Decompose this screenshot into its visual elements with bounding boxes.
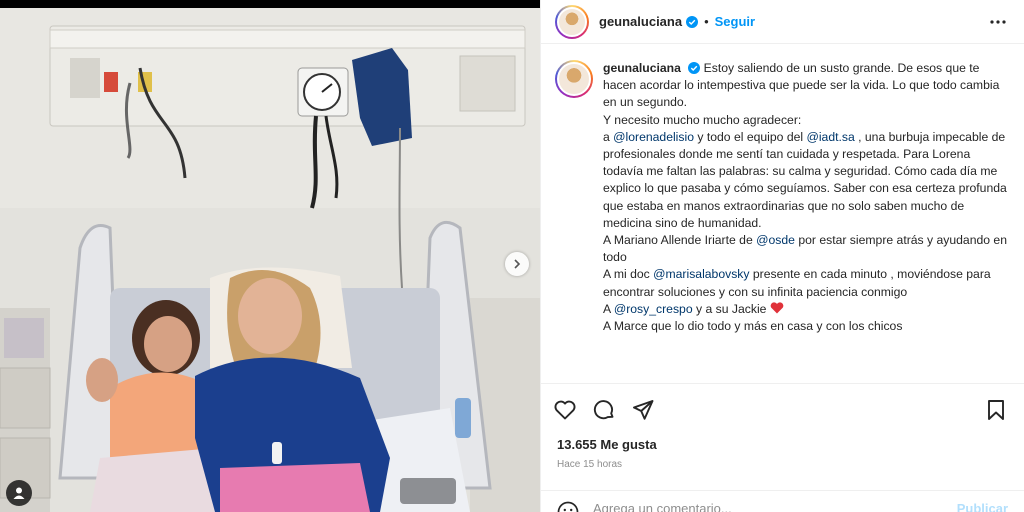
caption-text-span: a <box>603 129 614 144</box>
user-tag-icon <box>13 487 25 499</box>
author-username[interactable]: geunaluciana <box>599 14 682 29</box>
mention-link[interactable]: @osde <box>756 233 795 247</box>
mention-link[interactable]: @marisalabovsky <box>653 267 749 281</box>
more-options-button[interactable] <box>986 10 1010 34</box>
chevron-right-icon <box>514 259 521 269</box>
next-photo-button[interactable] <box>505 252 529 276</box>
red-heart-emoji-icon <box>770 302 784 314</box>
caption-paragraph-7: A Marce que lo dio todo y más en casa y … <box>603 319 903 334</box>
post-photo[interactable] <box>0 0 540 512</box>
comment-button[interactable] <box>592 398 616 422</box>
caption-text-span: A Mariano Allende Iriarte de <box>603 233 757 248</box>
save-button[interactable] <box>984 398 1008 422</box>
caption-text-span: , una burbuja impecable de profesionales… <box>603 129 1007 230</box>
verified-badge-icon <box>686 15 699 28</box>
hospital-photo-illustration <box>0 8 540 512</box>
separator-dot: • <box>704 14 709 29</box>
post-header: geunaluciana • Seguir <box>541 0 1024 44</box>
instagram-post-view: geunaluciana • Seguir geunaluciana Estoy… <box>0 0 1024 512</box>
caption-paragraph-5: A mi doc @marisalabovsky presente en cad… <box>603 266 1010 300</box>
caption-username[interactable]: geunaluciana <box>603 61 681 75</box>
verified-badge-icon <box>688 62 701 74</box>
caption-paragraph-4: A Mariano Allende Iriarte de @osde por e… <box>603 232 1010 266</box>
caption-text-span: A mi doc <box>603 267 654 282</box>
mention-link[interactable]: @rosy_crespo <box>614 302 693 316</box>
caption-text-span: A <box>603 301 614 316</box>
caption-paragraph-6: A @rosy_crespo y a su Jackie <box>603 301 1010 318</box>
caption-author-avatar[interactable] <box>555 60 593 98</box>
caption-text: geunaluciana Estoy saliendo de un susto … <box>603 60 1010 335</box>
bookmark-icon <box>988 400 1004 420</box>
share-button[interactable] <box>631 398 655 422</box>
caption-text-span: y todo el equipo del <box>693 129 807 144</box>
caption-paragraph-1: geunaluciana Estoy saliendo de un susto … <box>603 60 1010 112</box>
post-actions-bar <box>541 383 1024 436</box>
caption-text-span: y a su Jackie <box>692 301 770 316</box>
post-timestamp[interactable]: Hace 15 horas <box>557 459 622 470</box>
author-avatar[interactable] <box>555 4 589 39</box>
share-icon <box>633 400 654 420</box>
comments-section[interactable]: geunaluciana Estoy saliendo de un susto … <box>541 44 1024 384</box>
comment-input[interactable] <box>593 501 957 512</box>
caption: geunaluciana Estoy saliendo de un susto … <box>555 60 1010 335</box>
caption-paragraph-3: a @lorenadelisio y todo el equipo del @i… <box>603 129 1010 232</box>
comment-icon <box>593 400 614 420</box>
add-comment-bar: Publicar <box>541 490 1024 512</box>
publish-button[interactable]: Publicar <box>957 501 1008 512</box>
more-options-icon <box>990 19 1006 24</box>
emoji-icon[interactable] <box>557 501 579 512</box>
post-info-panel: geunaluciana • Seguir geunaluciana Estoy… <box>540 0 1024 512</box>
likes-count[interactable]: 13.655 Me gusta <box>557 437 657 452</box>
heart-outline-icon <box>554 400 576 420</box>
mention-link[interactable]: @iadt.sa <box>806 130 854 144</box>
mention-link[interactable]: @lorenadelisio <box>613 130 694 144</box>
user-tags-button[interactable] <box>6 480 32 506</box>
follow-button[interactable]: Seguir <box>715 14 755 29</box>
caption-paragraph-2: Y necesito mucho mucho agradecer: <box>603 112 802 127</box>
like-button[interactable] <box>553 398 577 422</box>
